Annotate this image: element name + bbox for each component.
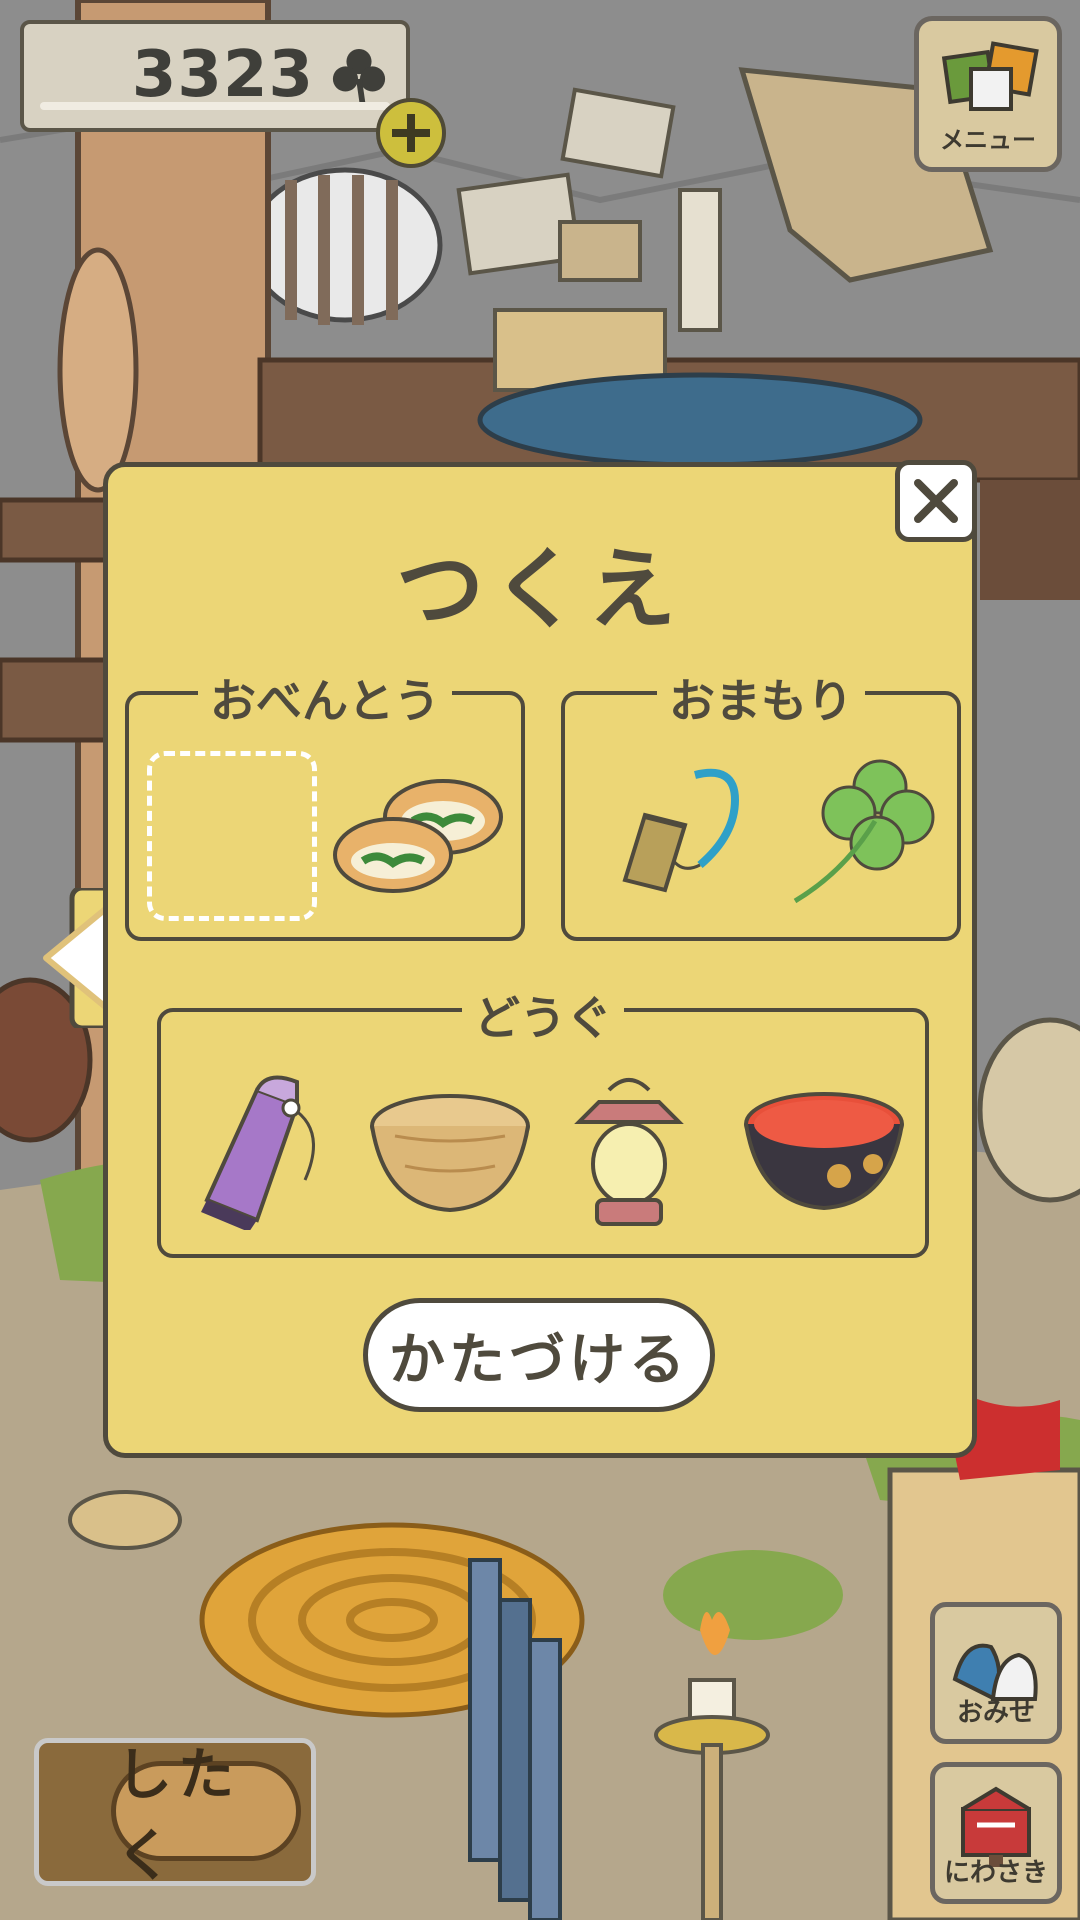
bell-charm-icon[interactable] [595, 755, 745, 905]
plus-icon [392, 114, 430, 152]
sandwich-bread-icon[interactable] [333, 771, 503, 901]
menu-button[interactable]: メニュー [914, 16, 1062, 172]
clover-count: 3323 [131, 38, 314, 112]
clover-icon [332, 48, 386, 107]
close-icon [914, 479, 958, 523]
tools-group: どうぐ [157, 982, 929, 1258]
charm-group-label: おまもり [657, 665, 865, 731]
prepare-label: したく [111, 1743, 301, 1889]
menu-label: メニュー [940, 126, 1036, 154]
garden-button[interactable]: にわさき [930, 1762, 1062, 1904]
bento-group-label: おべんとう [198, 665, 452, 731]
charm-group: おまもり [561, 665, 961, 941]
counter-underline [40, 102, 390, 110]
tools-group-label: どうぐ [462, 982, 624, 1048]
garden-label: にわさき [943, 1858, 1048, 1888]
panel-title: つくえ [395, 538, 684, 641]
purple-bottle-icon[interactable] [187, 1060, 337, 1230]
close-button[interactable] [895, 460, 977, 542]
shop-button[interactable]: おみせ [930, 1602, 1062, 1744]
tree-stump-ring [57, 247, 139, 493]
four-leaf-clover-icon[interactable] [785, 751, 935, 911]
menu-cards-icon [941, 41, 1039, 111]
bento-empty-slot[interactable] [147, 751, 317, 921]
clover-counter: 3323 [20, 20, 410, 132]
tidy-up-button[interactable]: かたづける [363, 1298, 715, 1412]
add-clover-button[interactable] [376, 98, 446, 168]
shop-label: おみせ [956, 1698, 1035, 1728]
bento-group: おべんとう [125, 665, 525, 941]
lantern-icon[interactable] [559, 1072, 699, 1232]
prepare-button[interactable]: したく [34, 1738, 316, 1889]
red-bowl-icon[interactable] [739, 1084, 909, 1214]
wooden-bowl-icon[interactable] [365, 1086, 535, 1216]
